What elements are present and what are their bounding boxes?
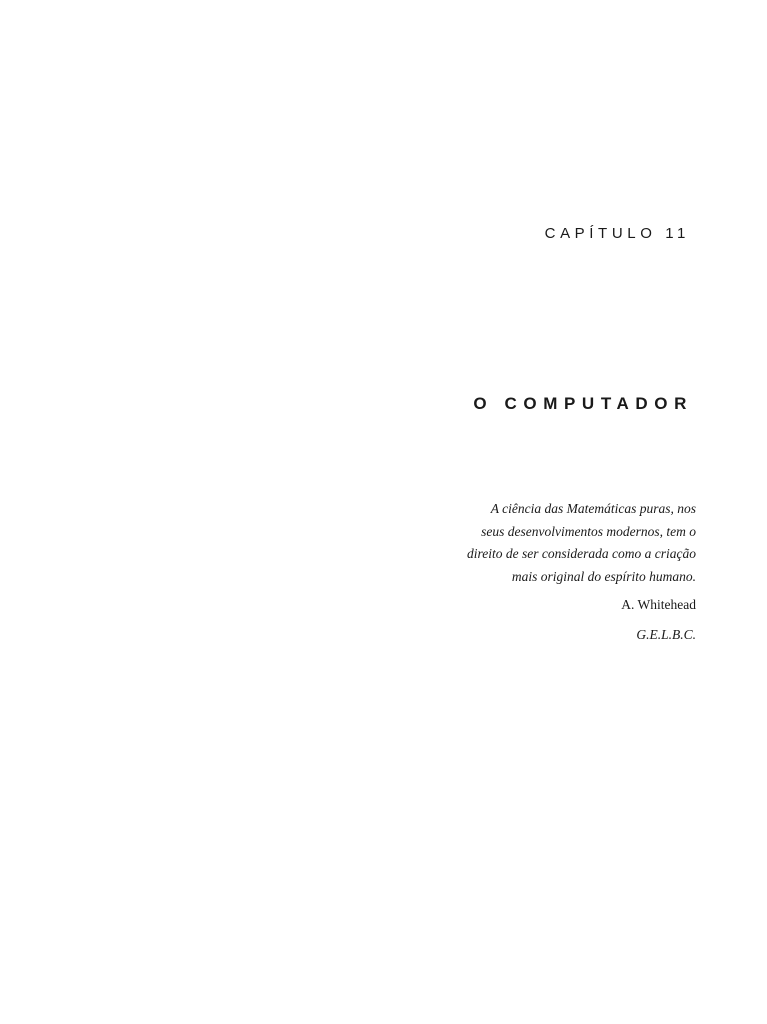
translator-note: G.E.L.B.C. xyxy=(636,626,696,642)
epigraph-line: A ciência das Matemáticas puras, nos xyxy=(490,501,696,516)
epigraph-line: seus desenvolvimentos modernos, tem o xyxy=(481,523,696,539)
chapter-number: CAPÍTULO 11 xyxy=(544,225,690,242)
epigraph-author: A. Whitehead xyxy=(621,597,696,612)
epigraph-line: direito de ser considerada como a criaçã… xyxy=(467,546,696,561)
epigraph: A ciência das Matemáticas puras, nos seu… xyxy=(376,498,696,646)
chapter-title: O COMPUTADOR xyxy=(473,394,693,413)
epigraph-line: mais original do espírito humano. xyxy=(511,568,696,584)
